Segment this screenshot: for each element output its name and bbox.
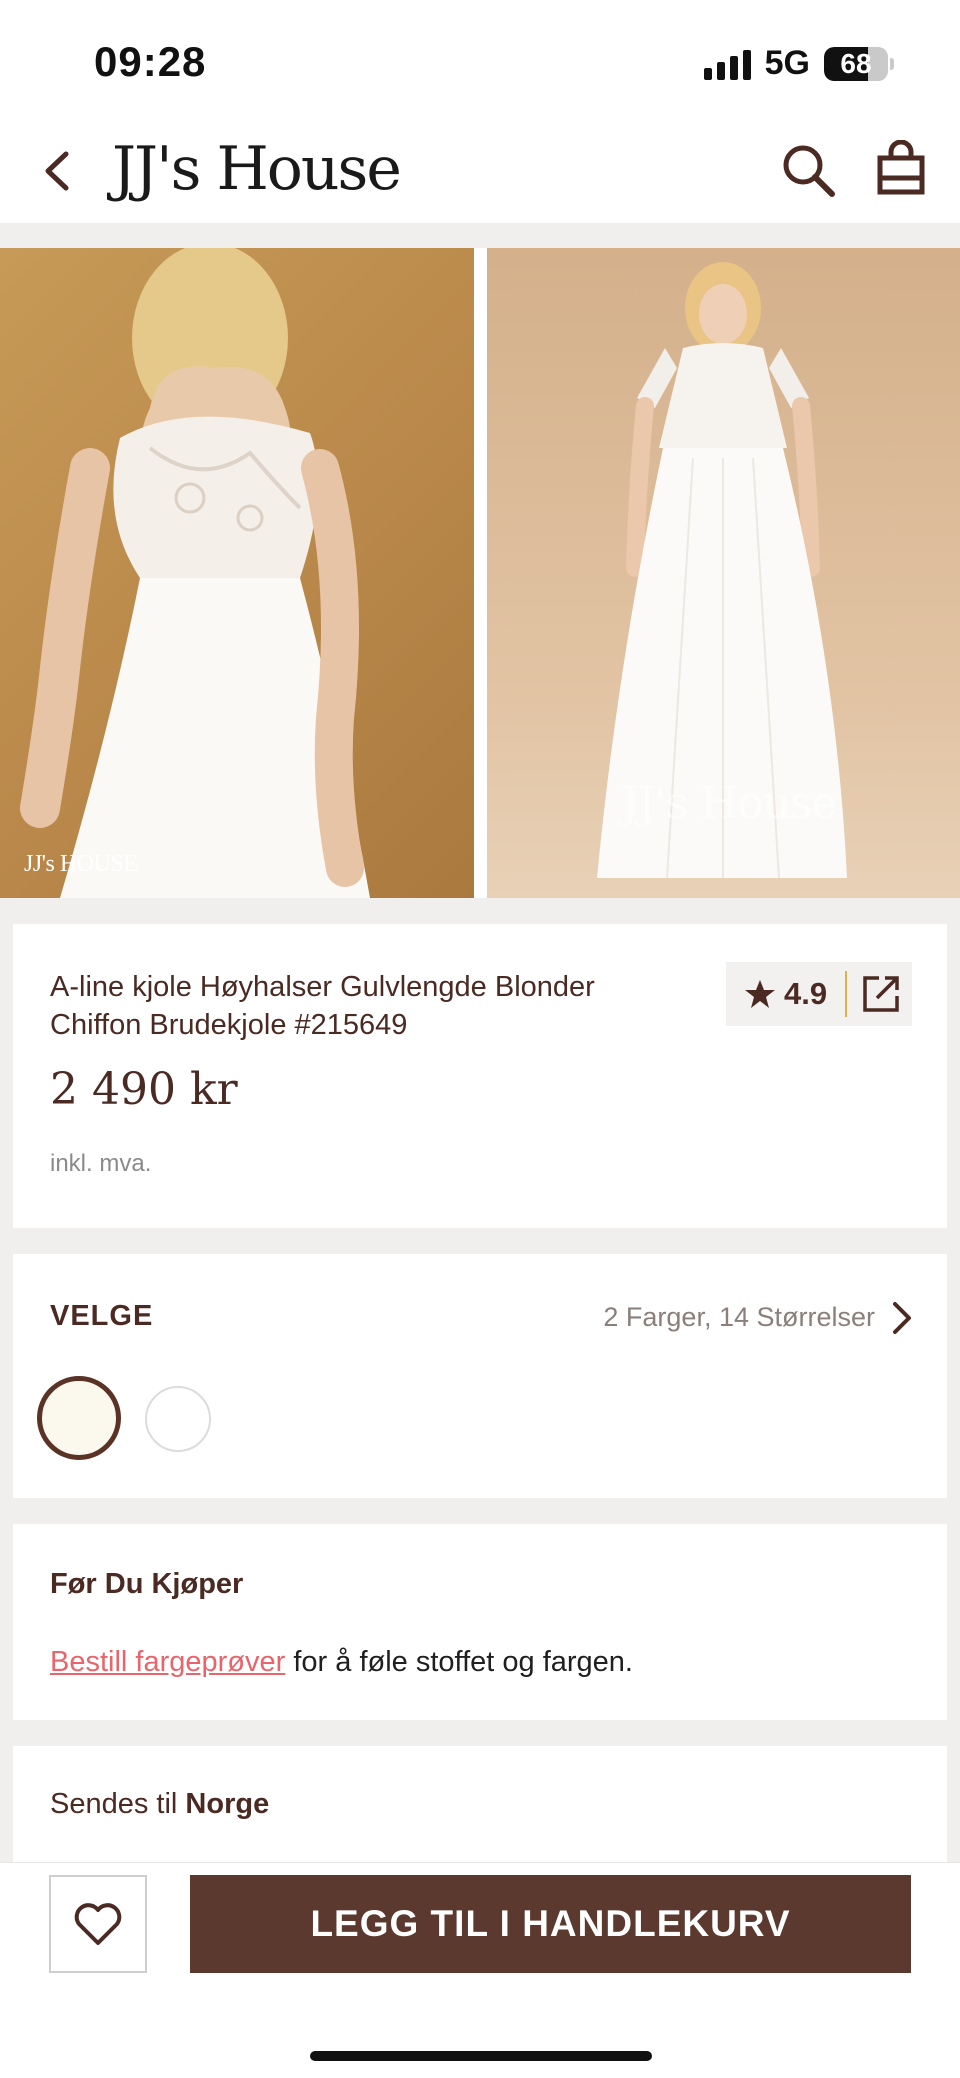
chevron-left-icon[interactable]: [38, 148, 78, 194]
status-time: 09:28: [94, 38, 207, 85]
share-icon[interactable]: [861, 974, 901, 1014]
select-label: VELGE: [50, 1300, 154, 1332]
shipping-prefix: Sendes til: [50, 1788, 186, 1820]
product-photo-back[interactable]: JJ's HOUSE: [0, 248, 474, 898]
product-title: A-line kjole Høyhalser Gulvlengde Blonde…: [50, 971, 595, 1041]
variant-summary[interactable]: 2 Farger, 14 Størrelser: [603, 1302, 875, 1333]
variant-select-card[interactable]: VELGE 2 Farger, 14 Størrelser: [13, 1254, 947, 1498]
star-icon: [745, 980, 775, 1008]
signal-icon: [703, 48, 751, 80]
network-label: 5G: [764, 44, 810, 82]
color-swatch-ivory[interactable]: [37, 1376, 121, 1460]
brand-logo[interactable]: JJ's House: [112, 134, 402, 204]
search-icon[interactable]: [780, 142, 836, 198]
before-you-buy-description: for å føle stoffet og fargen.: [285, 1646, 633, 1678]
photo-watermark: JJ's House: [621, 778, 838, 829]
product-photo-front[interactable]: JJ's House: [487, 248, 960, 898]
product-info-card: A-line kjole Høyhalser Gulvlengde Blonde…: [13, 924, 947, 1228]
chevron-right-icon[interactable]: [891, 1300, 913, 1336]
battery-icon: 68: [824, 46, 888, 81]
product-gallery[interactable]: JJ's HOUSE JJ's House: [0, 248, 960, 898]
shipping-text: Sendes til Norge: [50, 1788, 269, 1821]
shipping-card[interactable]: Sendes til Norge: [13, 1746, 947, 1866]
home-indicator: [310, 2051, 652, 2061]
rating-box[interactable]: 4.9: [726, 962, 912, 1026]
before-you-buy-card: Før Du Kjøper Bestill fargeprøver for å …: [13, 1524, 947, 1720]
rating-value: 4.9: [784, 976, 828, 1011]
product-price: 2 490 kr: [50, 1064, 238, 1115]
shopping-bag-icon[interactable]: [876, 140, 926, 196]
status-indicators: 5G 68: [703, 44, 894, 83]
order-swatches-link[interactable]: Bestill fargeprøver: [50, 1646, 285, 1678]
bottom-action-bar: LEGG TIL I HANDLEKURV: [0, 1862, 960, 2078]
photo-watermark: JJ's HOUSE: [24, 851, 138, 877]
dress-back-illustration: [20, 248, 370, 898]
battery-tip: [890, 57, 894, 70]
tax-note: inkl. mva.: [50, 1150, 152, 1177]
add-to-cart-button[interactable]: LEGG TIL I HANDLEKURV: [190, 1875, 911, 1973]
rating-divider: [845, 971, 848, 1017]
color-swatch-white[interactable]: [145, 1386, 211, 1452]
battery-label: 68: [840, 47, 872, 79]
before-you-buy-title: Før Du Kjøper: [50, 1568, 244, 1600]
heart-icon: [74, 1903, 122, 1945]
before-you-buy-text: Bestill fargeprøver for å føle stoffet o…: [50, 1646, 633, 1679]
shipping-country: Norge: [185, 1788, 270, 1820]
wishlist-button[interactable]: [49, 1875, 147, 1973]
nav-bar: JJ's House: [0, 118, 960, 224]
status-bar: 09:28 5G 68: [0, 0, 960, 118]
